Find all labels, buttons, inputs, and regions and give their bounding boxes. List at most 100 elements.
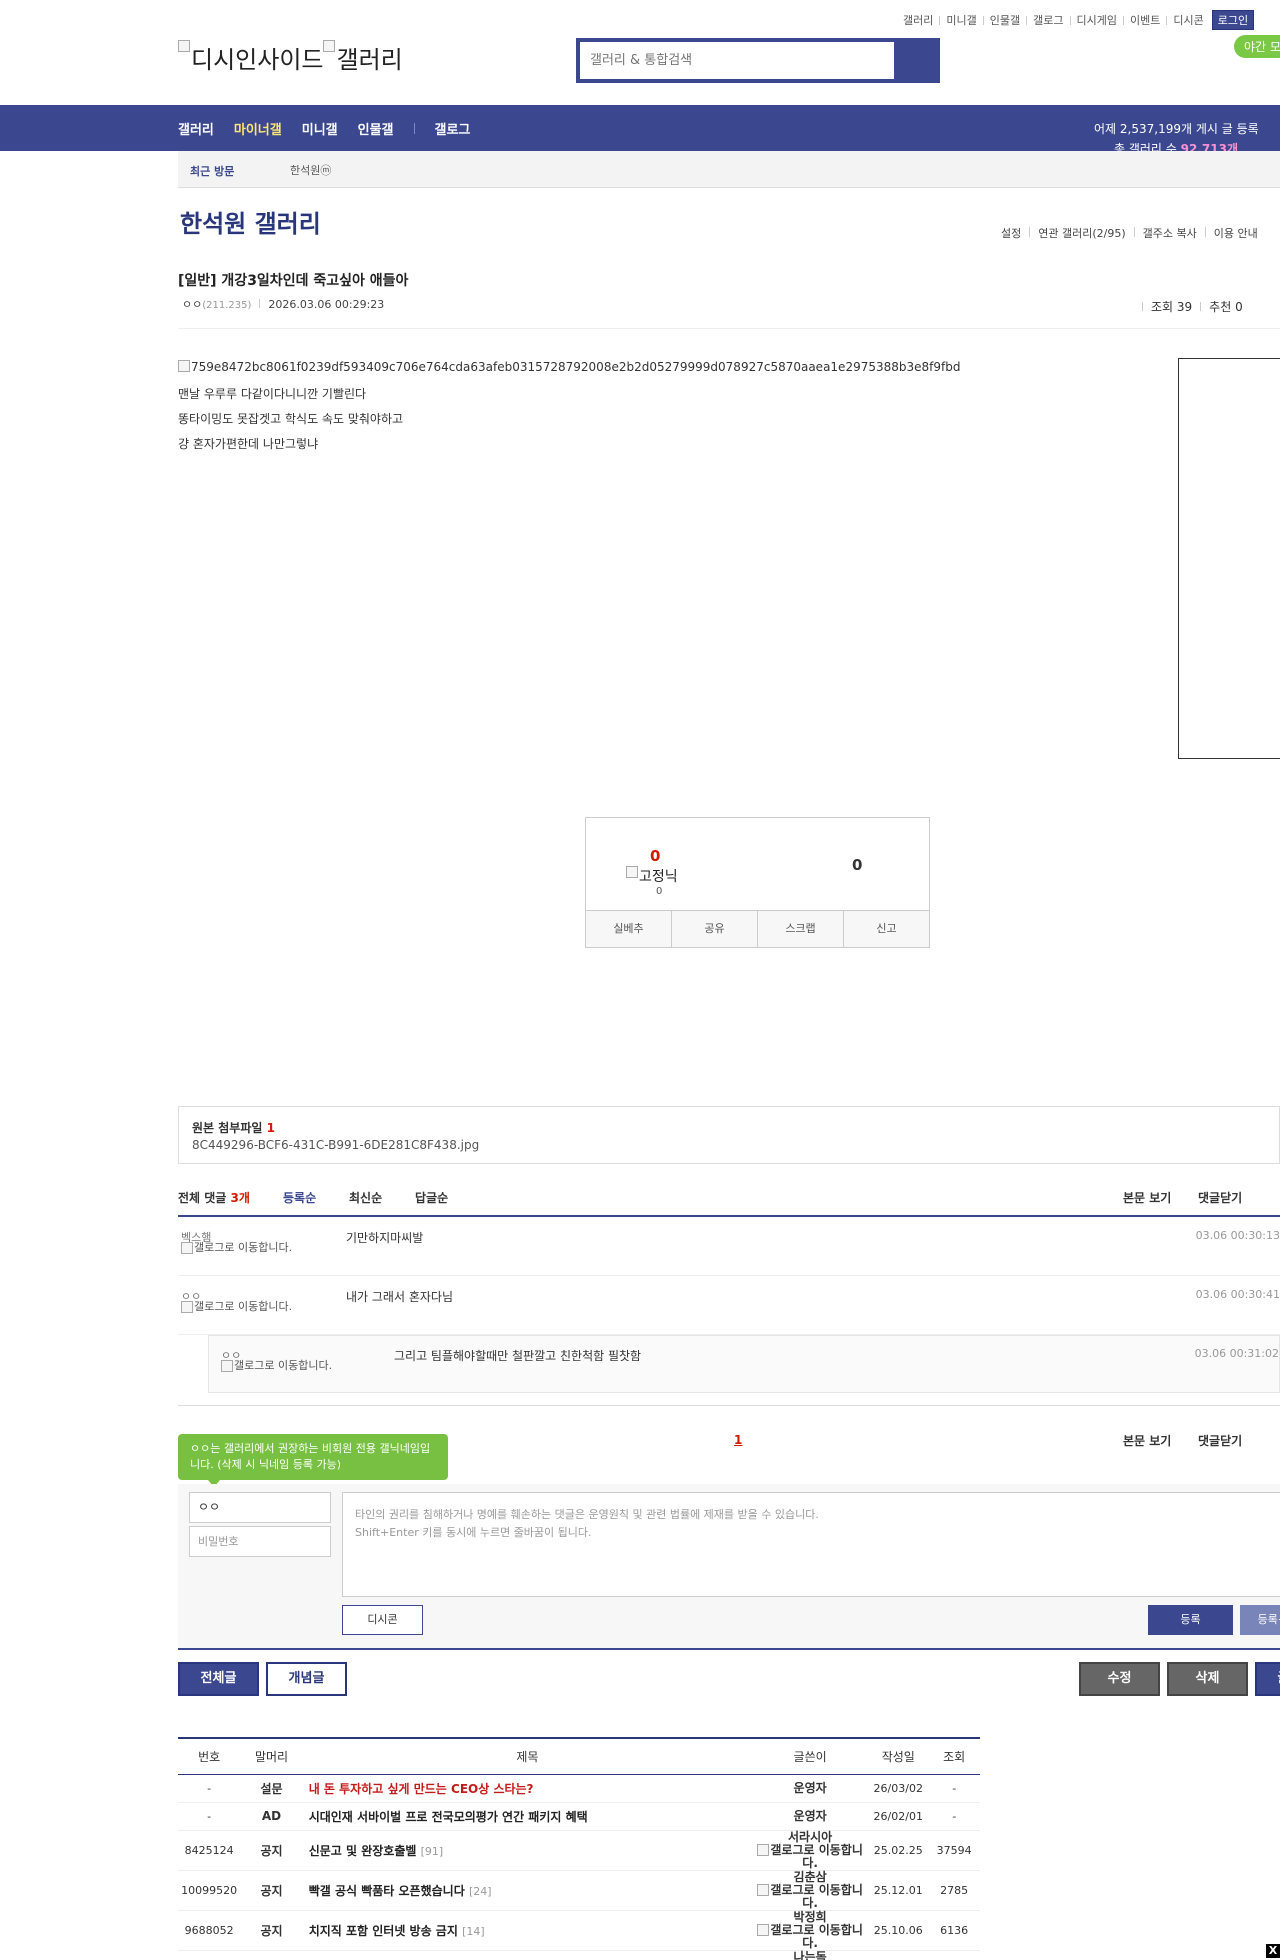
dccon-button[interactable]: 디시콘 (342, 1605, 423, 1635)
post-subject[interactable]: 내 돈 투자하고 싶게 만드는 CEO상 스타는? (302, 1774, 753, 1803)
top-link[interactable]: 인물갤 (990, 12, 1020, 28)
textarea-placeholder-line1: 타인의 권리를 침해하거나 명예를 훼손하는 댓글은 운영원칙 및 관련 법률에… (355, 1508, 819, 1521)
post-subject-text[interactable]: 빡갤 공식 빡품타 오픈했습니다 (309, 1884, 465, 1898)
top-link[interactable]: 이벤트 (1130, 12, 1160, 28)
post-subject-text[interactable]: 치지직 포함 인터넷 방송 금지 (309, 1924, 458, 1938)
list-row[interactable]: 9688052 공지 치지직 포함 인터넷 방송 금지 [14] 박정희 갤로그로 이동… (178, 1910, 980, 1951)
nickname-input[interactable]: ㅇㅇ (189, 1492, 331, 1523)
post-subject-text[interactable]: 신문고 및 완장호출벨 (309, 1844, 417, 1858)
search-button[interactable] (894, 42, 936, 79)
post-writer[interactable]: 운영자 (752, 1774, 869, 1803)
gnb-item[interactable]: 미니갤 (302, 119, 338, 138)
concept-posts-button[interactable]: 개념글 (266, 1662, 347, 1696)
post-stats: 조회 39 추천 0 (1134, 298, 1243, 315)
login-button[interactable]: 로그인 (1211, 10, 1255, 30)
post-recommends: 추천 0 (1209, 300, 1243, 314)
post-writer[interactable]: 박정희 갤로그로 이동합니다. (752, 1910, 869, 1951)
sort-latest[interactable]: 최신순 (349, 1189, 382, 1206)
gallog-link[interactable]: 갤로그로 이동합니다. (752, 1883, 868, 1910)
attachment-file[interactable]: 8C449296-BCF6-431C-B991-6DE281C8F438.jpg (192, 1138, 479, 1152)
list-row[interactable]: 3891967공지휴갤완장 로그아버님 어딨갔노? [59]나는독갤로그로 이동… (178, 1950, 980, 1960)
write-button[interactable]: 글쓰기 (1255, 1662, 1280, 1696)
top-link[interactable]: 디시게임 (1077, 12, 1117, 28)
list-row[interactable]: 10099520 공지 빡갤 공식 빡품타 오픈했습니다 [24] 김춘삼 갤로그로 이… (178, 1870, 980, 1911)
post-writer[interactable]: 나는독갤로그로 이동합니다. (752, 1950, 869, 1960)
recent-visit-item[interactable]: 한석원ⓜ (290, 162, 331, 178)
gnb-item[interactable]: 마이너갤 (234, 119, 282, 138)
post-datetime: 2026.03.06 00:29:23 (268, 298, 385, 311)
gnb-item[interactable]: 갤로그 (435, 119, 471, 138)
gallog-link[interactable]: 갤로그로 이동합니다. (752, 1923, 868, 1950)
recent-visit-title: 최근 방문 (190, 165, 235, 178)
report-button[interactable]: 신고 (844, 911, 929, 947)
close-comments-button-bottom[interactable]: 댓글닫기 (1198, 1432, 1242, 1449)
comment-textarea[interactable]: 타인의 권리를 침해하거나 명예를 훼손하는 댓글은 운영원칙 및 관련 법률에… (342, 1492, 1280, 1597)
top-link[interactable]: 갤러리 (903, 12, 933, 28)
close-comments-button[interactable]: 댓글닫기 (1198, 1189, 1242, 1206)
list-row[interactable]: 8425124 공지 신문고 및 완장호출벨 [91] 서라시아 갤로그로 이동합니다.… (178, 1830, 980, 1871)
delete-button[interactable]: 삭제 (1167, 1662, 1248, 1696)
post-nickname[interactable]: ㅇㅇ (182, 298, 202, 311)
list-row[interactable]: - 설문 내 돈 투자하고 싶게 만드는 CEO상 스타는? 운영자 26/03/02… (178, 1774, 980, 1803)
gallog-link[interactable]: 갤로그로 이동합니다. (181, 1301, 311, 1313)
top-link[interactable]: 디시콘 (1173, 12, 1203, 28)
writer-name[interactable]: 나는독 (752, 1950, 868, 1960)
gnb-item[interactable]: 갤러리 (178, 119, 214, 138)
close-icon[interactable]: X (1266, 1944, 1280, 1958)
post-writer[interactable]: 서라시아 갤로그로 이동합니다. (752, 1830, 869, 1871)
register-recommend-button[interactable]: 등록+추천 (1240, 1605, 1280, 1635)
post-subject[interactable]: 치지직 포함 인터넷 방송 금지 [14] (302, 1910, 753, 1951)
post-line: 걍 혼자가편한데 나만그렇냐 (178, 437, 319, 451)
gallery-menu-item[interactable]: 갤주소 복사 (1143, 225, 1197, 241)
post-number: 3891967 (178, 1950, 241, 1960)
post-subject[interactable]: 시대인재 서바이벌 프로 전국모의평가 연간 패키지 혜택 (302, 1802, 753, 1831)
post-subject-text[interactable]: 시대인재 서바이벌 프로 전국모의평가 연간 패키지 혜택 (309, 1810, 588, 1824)
view-body-button[interactable]: 본문 보기 (1123, 1189, 1171, 1206)
gallery-menu-item[interactable]: 설정 (1001, 225, 1021, 241)
non-recommend-count[interactable]: 0 (852, 856, 862, 874)
gallery-title[interactable]: 한석원 갤러리 (180, 204, 321, 239)
post-subject[interactable]: 신문고 및 완장호출벨 [91] (302, 1830, 753, 1871)
view-body-button-bottom[interactable]: 본문 보기 (1123, 1432, 1171, 1449)
gallog-link[interactable]: 갤로그로 이동합니다. (221, 1360, 351, 1372)
post-image[interactable]: 759e8472bc8061f0239df593409c706e764cda63… (178, 360, 960, 374)
gnb-item[interactable]: 인물갤 (358, 119, 394, 138)
top-link[interactable]: 갤로그 (1033, 12, 1063, 28)
writer-name[interactable]: 운영자 (752, 1809, 868, 1823)
list-header-row: 번호 말머리 제목 글쓴이 작성일 조회 (178, 1737, 980, 1775)
register-button[interactable]: 등록 (1148, 1605, 1233, 1635)
post-writer[interactable]: 김춘삼 갤로그로 이동합니다. (752, 1870, 869, 1911)
gallery-menu-item[interactable]: 이용 안내 (1214, 225, 1258, 241)
post-head: AD (240, 1802, 303, 1831)
list-row[interactable]: - AD 시대인재 서바이벌 프로 전국모의평가 연간 패키지 혜택 운영자 26/0… (178, 1802, 980, 1831)
attachment-title: 원본 첨부파일 1 (192, 1121, 275, 1135)
post-subject[interactable]: 빡갤 공식 빡품타 오픈했습니다 [24] (302, 1870, 753, 1911)
post-subject[interactable]: 휴갤완장 로그아버님 어딨갔노? [59] (302, 1950, 753, 1960)
top-link[interactable]: 미니갤 (946, 12, 976, 28)
search-input[interactable] (580, 42, 898, 79)
comment-page-1[interactable]: 1 (734, 1433, 742, 1447)
gallery-menu-item[interactable]: 연관 갤러리(2/95) (1038, 225, 1125, 241)
recent-visit-bar: 최근 방문 한석원ⓜ (178, 151, 1280, 188)
silbechu-button[interactable]: 실베추 (586, 911, 672, 947)
scrap-button[interactable]: 스크랩 (758, 911, 844, 947)
post-writer[interactable]: 운영자 (752, 1802, 869, 1831)
sort-reply[interactable]: 답글순 (415, 1189, 448, 1206)
all-posts-button[interactable]: 전체글 (178, 1662, 259, 1696)
separator (413, 123, 415, 134)
site-logo[interactable]: 디시인사이드 갤러리 (178, 40, 403, 75)
night-mode-button[interactable]: 야간 모드 (1234, 35, 1280, 58)
recommend-buttons: 실베추 공유 스크랩 신고 (586, 910, 929, 947)
share-button[interactable]: 공유 (672, 911, 758, 947)
post-views: 37594 (928, 1830, 980, 1871)
gallog-link[interactable]: 갤로그로 이동합니다. (181, 1242, 311, 1254)
edit-button[interactable]: 수정 (1079, 1662, 1160, 1696)
gallog-link[interactable]: 갤로그로 이동합니다. (752, 1843, 868, 1870)
separator (1069, 15, 1071, 25)
writer-name[interactable]: 운영자 (752, 1781, 868, 1795)
sort-registered[interactable]: 등록순 (283, 1189, 316, 1206)
recommend-count[interactable]: 0 (650, 847, 660, 865)
password-input[interactable]: 비밀번호 (189, 1526, 331, 1557)
post-list-table: 번호 말머리 제목 글쓴이 작성일 조회 - 설문 내 돈 투자하고 싶게 만드는 CEO상 … (178, 1737, 980, 1960)
post-subject-text[interactable]: 내 돈 투자하고 싶게 만드는 CEO상 스타는? (309, 1782, 534, 1796)
